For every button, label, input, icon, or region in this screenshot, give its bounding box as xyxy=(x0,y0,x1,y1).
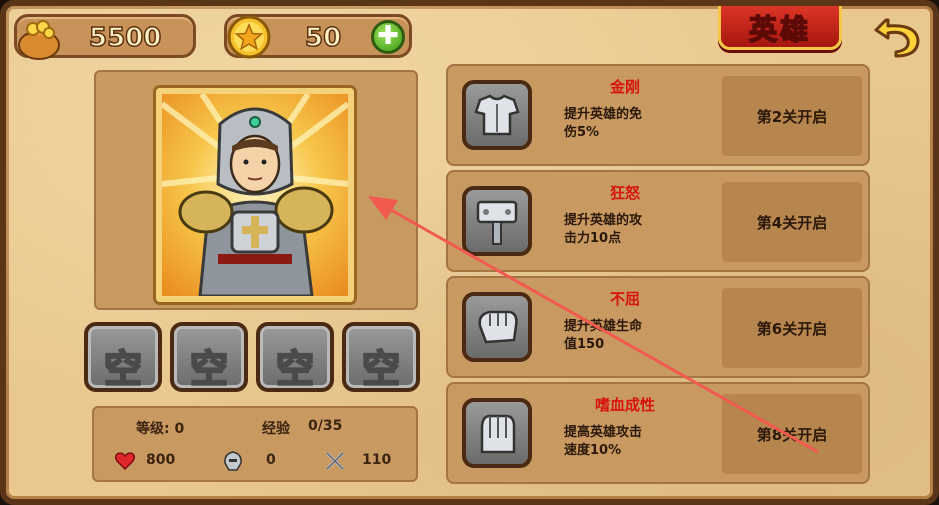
page-title: 英雄 xyxy=(748,12,811,47)
heart-icon xyxy=(114,452,136,471)
add-currency-button[interactable]: ✚ xyxy=(371,20,405,54)
skill-description: 提升英雄的攻 击力10点 xyxy=(564,212,692,248)
star-coin-icon xyxy=(227,15,271,59)
skill-desc-line: 提高英雄攻击 xyxy=(564,425,643,440)
unlock-label: 第4关开启 xyxy=(756,214,828,232)
skill-description: 提升英雄的免 伤5% xyxy=(564,106,692,142)
gauntlet-icon xyxy=(462,398,532,468)
knight-hero-icon xyxy=(162,94,348,296)
unlock-condition: 第6关开启 xyxy=(722,288,862,368)
skill-name: 不屈 xyxy=(609,290,640,308)
equipment-slot-2[interactable]: 空 xyxy=(170,322,248,392)
slot-label: 空 xyxy=(361,346,401,392)
unlock-label: 第8关开启 xyxy=(756,426,828,444)
skill-name: 狂怒 xyxy=(609,184,640,202)
unlock-label: 第2关开启 xyxy=(756,108,828,126)
equipment-slot-4[interactable]: 空 xyxy=(342,322,420,392)
exp-label: 经验 xyxy=(262,421,290,437)
exp-value: 0/35 xyxy=(308,418,343,434)
hammer-icon xyxy=(462,186,532,256)
game-window: 5500 50 ✚ 英雄 空 空 空 空 等级: 0 经验 0/35 800 0… xyxy=(0,0,939,505)
gold-bag-icon xyxy=(18,20,60,60)
skill-description: 提高英雄攻击 速度10% xyxy=(564,424,692,460)
skill-desc-line: 提升英雄的攻 xyxy=(564,213,643,228)
unlock-condition: 第2关开启 xyxy=(722,76,862,156)
armor-icon xyxy=(462,80,532,150)
crossed-swords-icon xyxy=(325,451,345,471)
hero-stats-panel: 等级: 0 经验 0/35 800 0 110 xyxy=(92,406,418,482)
hp-value: 800 xyxy=(146,452,176,468)
equipment-slot-1[interactable]: 空 xyxy=(84,322,162,392)
skill-desc-line: 提升英雄的免 xyxy=(564,107,643,122)
attack-value: 110 xyxy=(362,452,392,468)
skill-desc-line: 值150 xyxy=(564,337,605,352)
hero-portrait[interactable] xyxy=(156,88,354,302)
hero-portrait-panel xyxy=(94,70,418,310)
skill-desc-line: 击力10点 xyxy=(564,231,622,246)
skill-row-3[interactable]: 不屈 提升英雄生命 值150 第6关开启 xyxy=(446,276,870,378)
level-label: 等级: 0 xyxy=(136,421,185,437)
helmet-defense-icon xyxy=(224,451,242,471)
star-coin-counter: 50 ✚ xyxy=(224,14,412,59)
page-title-banner: 英雄 xyxy=(718,6,842,50)
slot-label: 空 xyxy=(275,346,315,392)
slot-label: 空 xyxy=(103,346,143,392)
skill-desc-line: 速度10% xyxy=(564,443,622,458)
skill-row-2[interactable]: 狂怒 提升英雄的攻 击力10点 第4关开启 xyxy=(446,170,870,272)
skill-description: 提升英雄生命 值150 xyxy=(564,318,692,354)
defense-value: 0 xyxy=(266,452,276,468)
fist-icon xyxy=(462,292,532,362)
unlock-condition: 第4关开启 xyxy=(722,182,862,262)
back-arrow-icon[interactable] xyxy=(870,10,926,60)
skill-row-1[interactable]: 金刚 提升英雄的免 伤5% 第2关开启 xyxy=(446,64,870,166)
skill-desc-line: 伤5% xyxy=(564,125,600,140)
skill-row-4[interactable]: 嗜血成性 提高英雄攻击 速度10% 第8关开启 xyxy=(446,382,870,484)
skill-desc-line: 提升英雄生命 xyxy=(564,319,643,334)
unlock-condition: 第8关开启 xyxy=(722,394,862,474)
equipment-slot-3[interactable]: 空 xyxy=(256,322,334,392)
gold-counter: 5500 xyxy=(14,14,196,60)
gold-amount: 5500 xyxy=(88,22,162,54)
skill-name: 嗜血成性 xyxy=(594,396,655,414)
unlock-label: 第6关开启 xyxy=(756,320,828,338)
star-coin-amount: 50 xyxy=(304,22,342,54)
slot-label: 空 xyxy=(189,346,229,392)
skill-name: 金刚 xyxy=(609,78,640,96)
